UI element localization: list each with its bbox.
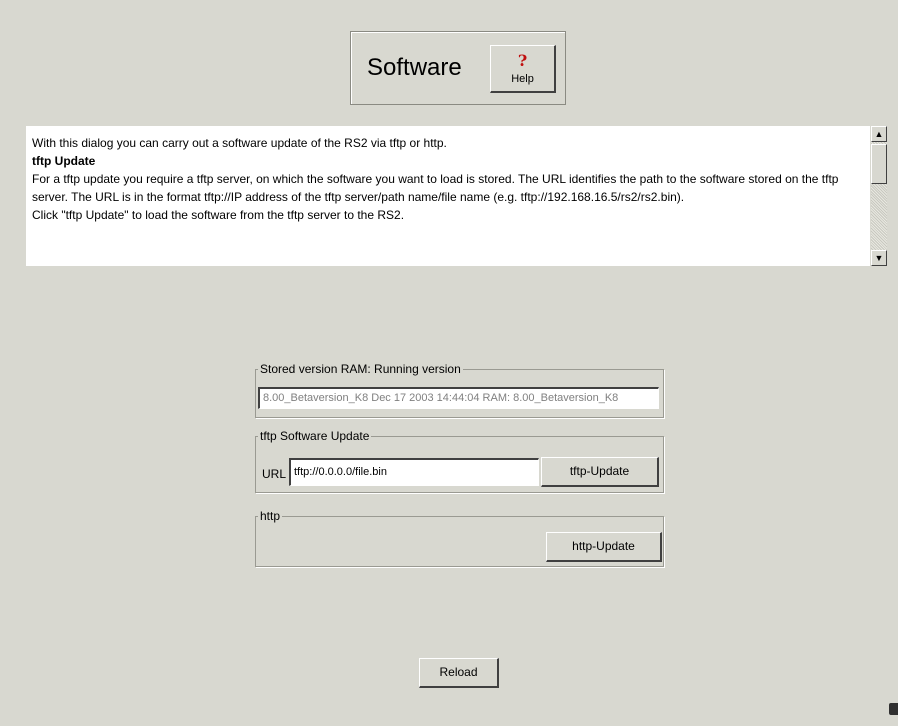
stored-version-field: 8.00_Betaversion_K8 Dec 17 2003 14:44:04… xyxy=(258,387,659,409)
reload-button[interactable]: Reload xyxy=(419,658,499,688)
tftp-update-legend: tftp Software Update xyxy=(260,429,370,443)
help-label: Help xyxy=(511,73,534,85)
tftp-update-button[interactable]: tftp-Update xyxy=(541,457,659,487)
title-panel: Software ? Help xyxy=(350,31,566,105)
scroll-thumb[interactable] xyxy=(871,144,887,184)
http-legend: http xyxy=(260,509,281,523)
info-tftp-description: For a tftp update you require a tftp ser… xyxy=(32,172,839,204)
http-update-button[interactable]: http-Update xyxy=(546,532,662,562)
help-question-icon: ? xyxy=(517,51,528,70)
corner-resize-icon xyxy=(889,703,898,715)
info-tftp-click: Click "tftp Update" to load the software… xyxy=(32,208,405,222)
info-panel: With this dialog you can carry out a sof… xyxy=(26,126,888,266)
info-scrollbar[interactable]: ▲ ▼ xyxy=(870,126,888,266)
page-title: Software xyxy=(367,54,462,81)
info-tftp-heading: tftp Update xyxy=(32,154,96,168)
url-label: URL xyxy=(262,467,287,481)
info-text: With this dialog you can carry out a sof… xyxy=(32,134,872,224)
url-input[interactable]: tftp://0.0.0.0/file.bin xyxy=(289,458,539,486)
stored-version-legend: Stored version RAM: Running version xyxy=(260,362,461,376)
scroll-down-icon[interactable]: ▼ xyxy=(871,250,887,266)
help-button[interactable]: ? Help xyxy=(490,45,556,93)
info-intro: With this dialog you can carry out a sof… xyxy=(32,136,447,150)
scroll-up-icon[interactable]: ▲ xyxy=(871,126,887,142)
